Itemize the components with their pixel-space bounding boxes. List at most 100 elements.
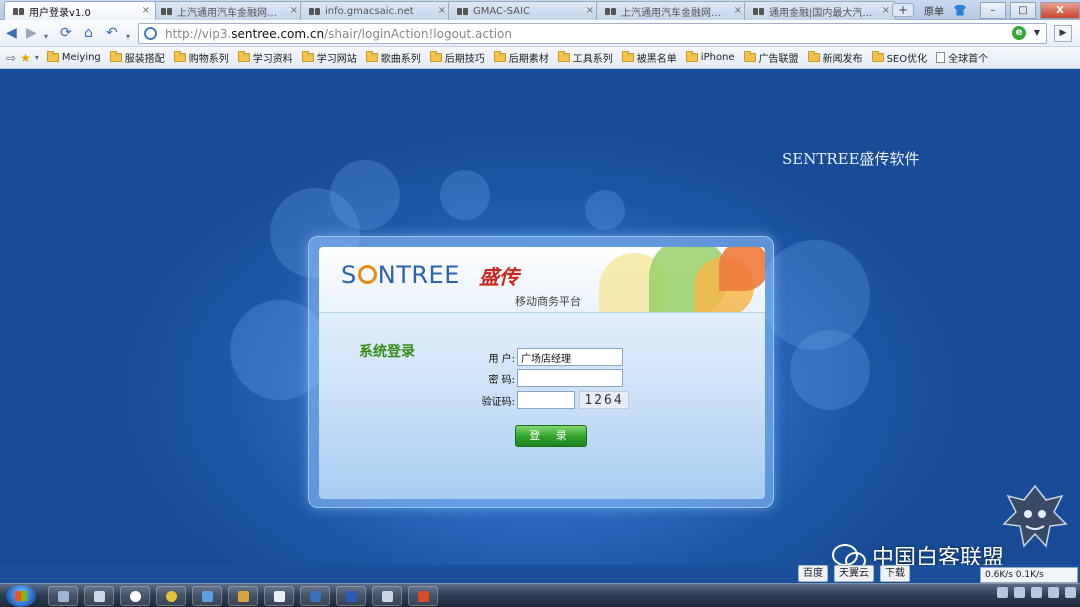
address-dropdown-icon[interactable]: ▼ <box>1034 28 1040 37</box>
tray-icon[interactable] <box>1048 587 1059 598</box>
close-window-button[interactable]: X <box>1040 1 1080 19</box>
tab-title: 通用金融|国内最大汽车金 <box>769 7 877 19</box>
captcha-image[interactable]: 1264 <box>579 391 629 409</box>
bookmark-item[interactable]: Meiying <box>46 51 101 63</box>
taskbar-app-window[interactable] <box>300 586 330 606</box>
sentree-logo: S NTREE <box>341 261 460 289</box>
username-row: 用 户: <box>469 348 623 366</box>
bookmark-item[interactable]: 歌曲系列 <box>365 50 421 65</box>
tab-bar: 用户登录v1.0 × 上汽通用汽车金融网上订(x × info.gmacsaic… <box>0 0 1080 20</box>
tab-close-icon[interactable]: × <box>438 6 446 16</box>
taskbar-app-explorer[interactable] <box>48 586 78 606</box>
bookmark-item[interactable]: 全球首个 <box>936 50 988 65</box>
decor-leaf <box>719 247 765 291</box>
username-input[interactable] <box>517 348 623 366</box>
bookmark-dropdown-icon[interactable]: ▾ <box>35 53 39 62</box>
tab-login[interactable]: 用户登录v1.0 × <box>4 1 156 20</box>
taskbar-app-music[interactable] <box>84 586 114 606</box>
tab-close-icon[interactable]: × <box>734 6 742 16</box>
address-bar[interactable]: http://vip3.sentree.com.cn/shair/loginAc… <box>138 23 1047 44</box>
history-dropdown-icon[interactable]: ▾ <box>44 30 48 44</box>
go-button[interactable]: ▶ <box>1054 25 1072 42</box>
login-button[interactable]: 登 录 <box>515 425 587 447</box>
folder-icon <box>557 51 570 62</box>
bookmark-item[interactable]: 服装搭配 <box>109 50 165 65</box>
bookmark-item[interactable]: 新闻发布 <box>807 50 863 65</box>
tab-close-icon[interactable]: × <box>586 6 594 16</box>
bookmark-item[interactable]: 工具系列 <box>557 50 613 65</box>
username-label: 用 户: <box>488 353 515 365</box>
taskbar-app-red[interactable] <box>408 586 438 606</box>
home-icon[interactable]: ⌂ <box>84 26 93 40</box>
tab-close-icon[interactable]: × <box>142 6 150 16</box>
new-tab-button[interactable]: + <box>892 3 914 17</box>
tab-title: 上汽通用汽车金融网上订(x <box>177 7 285 19</box>
background-bubble <box>440 170 490 220</box>
float-button-baidu[interactable]: 百度 <box>798 565 828 582</box>
skin-label[interactable]: 原单 <box>924 3 944 18</box>
browser-engine-icon[interactable]: e <box>1012 26 1026 40</box>
taskbar-app-archive[interactable] <box>228 586 258 606</box>
maximize-button[interactable]: □ <box>1010 1 1036 19</box>
refresh-icon[interactable]: ⟳ <box>60 26 72 40</box>
tab-gmac-saic[interactable]: GMAC-SAIC × <box>448 1 600 20</box>
tab-title: info.gmacsaic.net <box>325 5 414 17</box>
music-icon <box>94 591 105 602</box>
bookmark-sidebar-icon[interactable]: ⇨ <box>6 51 16 65</box>
bookmark-item[interactable]: iPhone <box>685 51 735 63</box>
login-title: 系统登录 <box>359 344 415 360</box>
taskbar-app-word[interactable] <box>336 586 366 606</box>
tab-saic-order-2[interactable]: 上汽通用汽车金融网上订 × <box>596 1 748 20</box>
bookmarks-bar: ⇨ ★ ▾ Meiying 服装搭配 购物系列 学习资料 学习网站 歌曲系列 后… <box>0 47 1080 69</box>
undo-dropdown-icon[interactable]: ▾ <box>126 30 130 44</box>
taskbar-app-photos[interactable] <box>192 586 222 606</box>
bookmark-item[interactable]: 学习资料 <box>237 50 293 65</box>
photo-icon <box>202 591 213 602</box>
taskbar-app-notes[interactable] <box>264 586 294 606</box>
password-input[interactable] <box>517 369 623 387</box>
bookmark-tools[interactable]: ⇨ ★ ▾ <box>6 51 39 65</box>
word-icon <box>346 591 357 602</box>
volume-icon[interactable] <box>1065 587 1076 598</box>
tray-icon[interactable] <box>1031 587 1042 598</box>
tray-icon[interactable] <box>1014 587 1025 598</box>
bookmark-item[interactable]: 被黑名单 <box>621 50 677 65</box>
folder-icon <box>173 51 186 62</box>
archive-icon <box>238 591 249 602</box>
start-button[interactable] <box>6 585 36 607</box>
bookmark-item[interactable]: SEO优化 <box>871 50 927 65</box>
tray-icon[interactable] <box>997 587 1008 598</box>
back-arrow-icon[interactable]: ◀ <box>6 26 17 40</box>
folder-icon <box>237 51 250 62</box>
folder-icon <box>365 51 378 62</box>
url-domain: sentree.com.cn <box>231 27 325 41</box>
bookmark-item[interactable]: 后期素材 <box>493 50 549 65</box>
monitor-icon <box>382 591 393 602</box>
tab-close-icon[interactable]: × <box>882 6 890 16</box>
bookmark-item[interactable]: 广告联盟 <box>743 50 799 65</box>
bookmark-item[interactable]: 学习网站 <box>301 50 357 65</box>
float-button-download[interactable]: 下载 <box>880 565 910 582</box>
tab-close-icon[interactable]: × <box>290 6 298 16</box>
taskbar-app-chrome[interactable] <box>156 586 186 606</box>
tab-gmacsaic-info[interactable]: info.gmacsaic.net × <box>300 1 452 20</box>
tab-saic-order[interactable]: 上汽通用汽车金融网上订(x × <box>152 1 304 20</box>
captcha-input[interactable] <box>517 391 575 409</box>
undo-icon[interactable]: ↶ <box>106 26 118 40</box>
tab-gm-finance[interactable]: 通用金融|国内最大汽车金 × <box>744 1 896 20</box>
bookmark-item[interactable]: 购物系列 <box>173 50 229 65</box>
folder-icon <box>621 51 634 62</box>
folder-icon <box>46 51 59 62</box>
taskbar-app-player[interactable] <box>120 586 150 606</box>
float-button-cloud[interactable]: 天翼云 <box>834 565 874 582</box>
background-bubble <box>330 160 400 230</box>
bookmark-item[interactable]: 后期技巧 <box>429 50 485 65</box>
taskbar-app-monitor[interactable] <box>372 586 402 606</box>
forward-arrow-icon[interactable]: ▶ <box>26 26 37 40</box>
skin-shirt-icon[interactable] <box>954 4 966 16</box>
minimize-button[interactable]: – <box>980 1 1006 19</box>
add-bookmark-star-icon[interactable]: ★ <box>20 51 31 65</box>
watermark: 中国白客联盟 <box>832 540 1004 565</box>
logo-chinese: 盛传 <box>479 265 519 289</box>
url-text[interactable]: http://vip3.sentree.com.cn/shair/loginAc… <box>165 27 512 41</box>
